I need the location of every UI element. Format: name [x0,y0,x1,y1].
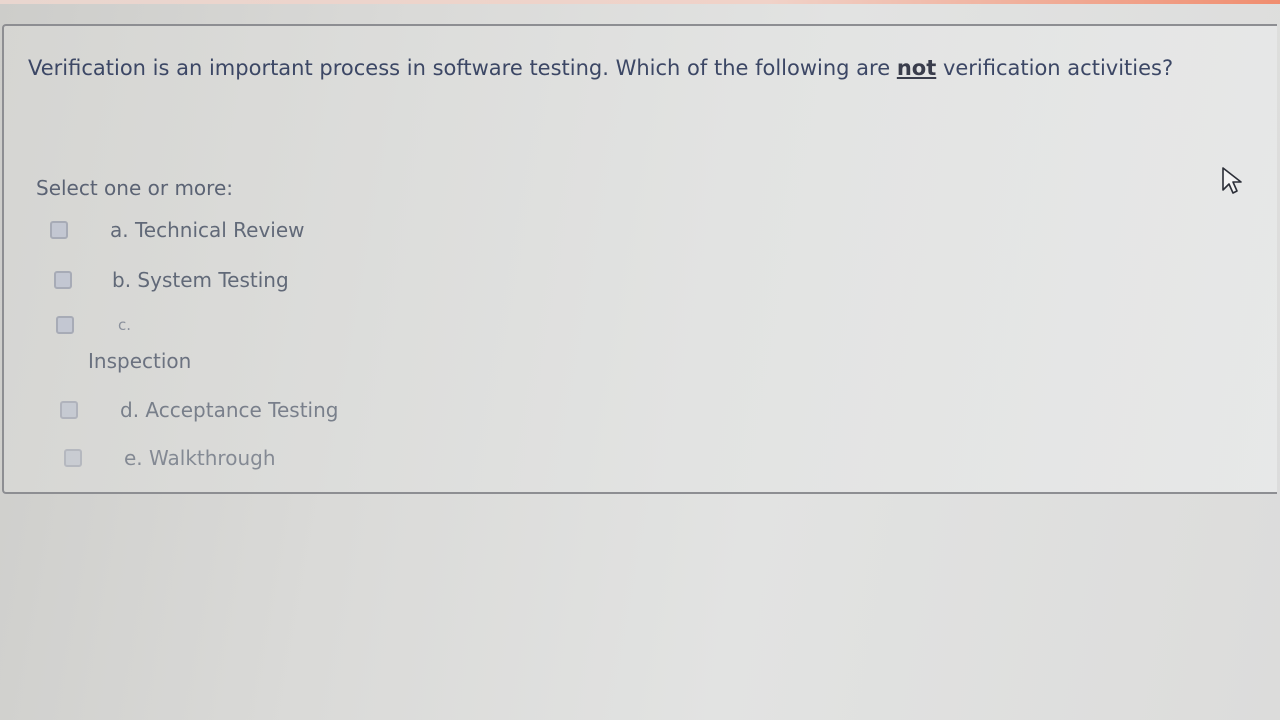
option-label[interactable]: b. System Testing [112,268,289,292]
question-emphasis: not [896,56,937,80]
question-card: Verification is an important process in … [2,24,1277,494]
question-prefix: Verification is an important process in … [28,56,891,80]
option-label[interactable]: a. Technical Review [110,218,305,242]
checkbox-icon[interactable] [54,271,72,289]
option-d[interactable]: d. Acceptance Testing [60,398,338,422]
option-label[interactable]: e. Walkthrough [124,446,276,470]
option-c-label-line2[interactable]: Inspection [88,349,191,373]
checkbox-icon[interactable] [56,316,74,334]
option-e[interactable]: e. Walkthrough [64,446,276,470]
question-suffix: verification activities? [942,56,1174,80]
checkbox-icon[interactable] [64,449,82,467]
checkbox-icon[interactable] [60,401,78,419]
question-text: Verification is an important process in … [28,56,1278,80]
top-accent-bar [0,0,1280,4]
checkbox-icon[interactable] [50,221,68,239]
option-label[interactable]: c. [118,316,131,334]
option-b[interactable]: b. System Testing [54,268,289,292]
option-c[interactable]: c. [56,316,131,334]
select-instruction: Select one or more: [36,176,233,200]
mouse-pointer-icon [1222,167,1242,194]
option-a[interactable]: a. Technical Review [50,218,305,242]
option-label[interactable]: d. Acceptance Testing [120,398,338,422]
